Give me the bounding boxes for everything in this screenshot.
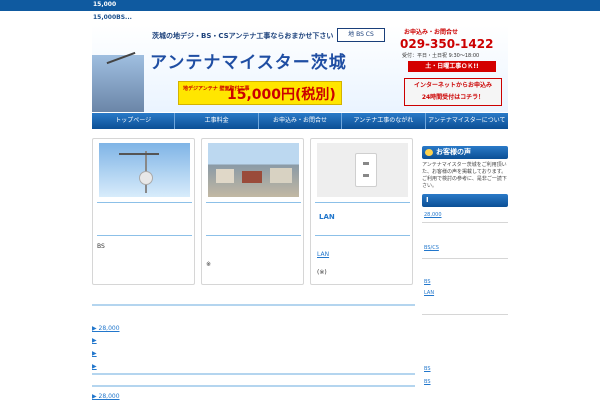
section-divider (92, 373, 415, 375)
broadcast-logos: 地 BS CS (337, 28, 385, 42)
list-item[interactable]: ▶ 28,000 (92, 393, 120, 400)
card-note: (※) (317, 269, 327, 276)
contact-label: お申込み・お問合せ (404, 29, 459, 36)
price-value: 15,000円(税別) (227, 87, 336, 103)
sidebar-divider (422, 258, 508, 259)
sidebar-divider (422, 314, 508, 315)
customer-voice-banner[interactable]: お客様の声 (422, 146, 508, 159)
site-title[interactable]: アンテナマイスター茨城 (150, 48, 347, 73)
online-apply-button[interactable]: インターネットからお申込み 24時間受付はコチラ！ (404, 78, 502, 106)
phone-number[interactable]: 029-350-1422 (400, 37, 493, 51)
outlet-slot (363, 174, 369, 177)
house-shape (242, 171, 262, 183)
card-divider (97, 235, 192, 236)
customer-voice-text: アンテナマイスター茨城をご利用頂いた、お客様の声を掲載しております。ご利用で検討… (422, 162, 507, 189)
list-item[interactable]: ▶ 28,000 (92, 325, 120, 332)
card-divider (206, 235, 301, 236)
card-divider (206, 202, 301, 203)
list-item[interactable]: ▶ (92, 363, 97, 370)
houses-image (208, 143, 299, 197)
antenna-bar (119, 153, 159, 155)
sidebar-link[interactable]: LAN (424, 290, 434, 296)
online-apply-line1: インターネットからお申込み (413, 82, 492, 89)
main-nav: トップページ 工事料金 お申込み・お問合せ アンテナ工事のながれ アンテナマイス… (92, 113, 508, 129)
price-badge: 地デジアンテナ 壁面取付工事 15,000円(税別) (178, 81, 342, 105)
antenna-image (99, 143, 190, 197)
sidebar-link[interactable]: BS (424, 379, 431, 385)
outlet-image (317, 143, 408, 197)
antenna-icon (106, 51, 136, 65)
list-item[interactable]: ▶ (92, 350, 97, 357)
worker-photo (92, 51, 144, 112)
card-divider (97, 202, 192, 203)
section-divider (92, 304, 415, 306)
header-subline: 15,000BS... (93, 14, 132, 21)
top-bar: 15,000 (0, 0, 600, 11)
nav-item-contact[interactable]: お申込み・お問合せ (259, 113, 343, 129)
card-divider (315, 202, 410, 203)
sidebar-link[interactable]: BS/CS (424, 245, 439, 251)
card-title: LAN (319, 213, 335, 221)
sidebar-link[interactable]: BS (424, 366, 431, 372)
house-shape (216, 169, 234, 183)
service-card-houses[interactable]: ※ (201, 138, 304, 285)
outlet-slot (363, 162, 369, 165)
nav-item-about[interactable]: アンテナマイスターについて (426, 113, 508, 129)
lan-link[interactable]: LAN (317, 251, 329, 258)
banner-tagline: 茨城の地デジ・BS・CSアンテナ工事ならおまかせ下さい (152, 32, 334, 40)
online-apply-line2: 24時間受付はコチラ！ (421, 94, 485, 101)
section-divider (92, 385, 415, 387)
card-text: BS (97, 243, 105, 250)
nav-item-price[interactable]: 工事料金 (175, 113, 259, 129)
nav-item-flow[interactable]: アンテナ工事のながれ (342, 113, 426, 129)
sidebar-divider (422, 222, 508, 223)
contact-panel: お申込み・お問合せ 029-350-1422 受付：平日・土日祝 9:30〜18… (398, 25, 508, 112)
weekend-badge: 土・日曜工事ＯＫ!! (408, 61, 496, 72)
main-content: BS ※ LAN LAN (※) ▶ 28,000 ▶ ▶ ▶ ▶ 28,000 (92, 138, 415, 400)
outlet-plate (355, 153, 377, 187)
dish-icon (139, 171, 153, 185)
card-note: ※ (206, 261, 212, 268)
business-hours: 受付：平日・土日祝 9:30〜18:00 (402, 53, 480, 59)
header-banner[interactable]: 茨城の地デジ・BS・CSアンテナ工事ならおまかせ下さい 地 BS CS アンテナ… (92, 25, 508, 112)
top-bar-text: 15,000 (93, 1, 117, 8)
service-card-lan[interactable]: LAN LAN (※) (310, 138, 413, 285)
sidebar-link[interactable]: 28,000 (424, 212, 442, 218)
customer-voice-title: お客様の声 (436, 148, 471, 156)
sidebar-link[interactable]: BS (424, 279, 431, 285)
house-shape (270, 168, 292, 183)
nav-item-top[interactable]: トップページ (92, 113, 176, 129)
list-item[interactable]: ▶ (92, 337, 97, 344)
card-divider (315, 235, 410, 236)
service-card-antenna[interactable]: BS (92, 138, 195, 285)
sidebar: お客様の声 アンテナマイスター茨城をご利用頂いた、お客様の声を掲載しております。… (422, 146, 508, 400)
smile-icon (425, 149, 433, 156)
sidebar-heading: I (422, 194, 508, 207)
